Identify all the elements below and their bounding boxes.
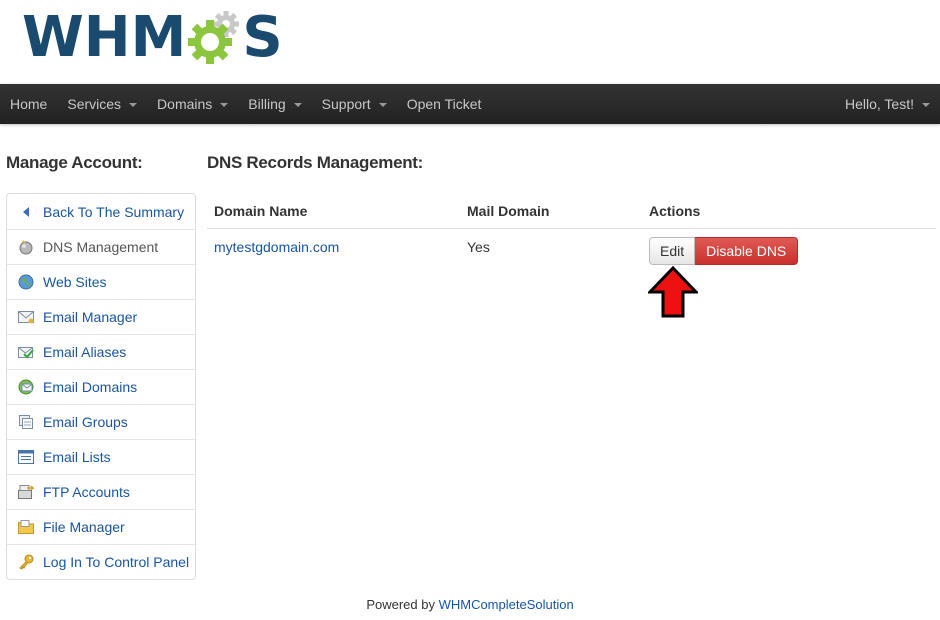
sidebar-item-email-aliases[interactable]: Email Aliases <box>7 334 195 369</box>
sidebar-item-file-manager[interactable]: File Manager <box>7 509 195 544</box>
sidebar-item-label: Web Sites <box>43 274 107 290</box>
footer-prefix: Powered by <box>366 597 439 612</box>
nav-open-ticket[interactable]: Open Ticket <box>397 84 492 124</box>
sidebar-item-label: Email Groups <box>43 414 128 430</box>
sidebar-item-log-in-control-panel[interactable]: Log In To Control Panel <box>7 544 195 579</box>
column-header-mail-domain: Mail Domain <box>467 202 550 219</box>
folder-icon <box>17 519 35 535</box>
nav-domains-label: Domains <box>157 96 213 112</box>
dns-icon <box>17 239 35 255</box>
header: WHM S <box>0 0 940 84</box>
column-header-actions: Actions <box>649 202 701 219</box>
sidebar-item-label: FTP Accounts <box>43 484 130 500</box>
email-domain-icon <box>17 379 35 395</box>
logo-text-left: WHM <box>22 5 187 70</box>
footer: Powered by WHMCompleteSolution <box>0 597 940 612</box>
sidebar-item-label: Log In To Control Panel <box>43 554 190 570</box>
sidebar-item-label: Back To The Summary <box>43 203 185 220</box>
sidebar-item-email-groups[interactable]: Email Groups <box>7 404 195 439</box>
sidebar-item-email-domains[interactable]: Email Domains <box>7 369 195 404</box>
nav-home-label: Home <box>10 96 48 112</box>
nav-home[interactable]: Home <box>0 84 57 124</box>
mail-domain-value: Yes <box>467 239 490 255</box>
key-icon <box>17 554 35 570</box>
sidebar-item-label: Email Domains <box>43 379 138 395</box>
nav-support[interactable]: Support <box>312 84 397 124</box>
domain-link[interactable]: mytestgdomain.com <box>214 239 339 255</box>
nav-user-menu[interactable]: Hello, Test! <box>835 84 940 124</box>
sidebar-item-back-to-summary[interactable]: Back To The Summary <box>7 194 195 229</box>
sidebar-item-dns-management[interactable]: DNS Management <box>7 229 195 264</box>
nav-services[interactable]: Services <box>57 84 147 124</box>
sidebar-item-web-sites[interactable]: Web Sites <box>7 264 195 299</box>
caret-down-icon <box>220 102 229 107</box>
sidebar-menu: Back To The Summary DNS Management Web S… <box>6 193 196 580</box>
back-arrow-icon <box>17 204 35 220</box>
table-row: mytestgdomain.com Yes Edit Disable DNS <box>207 229 936 273</box>
dns-records-table: Domain Name Mail Domain Actions mytestgd… <box>207 193 936 273</box>
table-header: Domain Name Mail Domain Actions <box>207 193 936 229</box>
red-up-arrow-icon <box>648 266 698 318</box>
nav-open-ticket-label: Open Ticket <box>406 96 482 112</box>
column-header-domain-name: Domain Name <box>214 202 308 219</box>
footer-link[interactable]: WHMCompleteSolution <box>439 597 574 612</box>
email-alias-icon <box>17 344 35 360</box>
caret-down-icon <box>378 102 387 107</box>
sidebar-item-label: Email Lists <box>43 449 111 465</box>
nav-services-label: Services <box>67 96 122 112</box>
sidebar-item-email-lists[interactable]: Email Lists <box>7 439 195 474</box>
email-groups-icon <box>17 414 35 430</box>
nav-billing-label: Billing <box>248 96 286 112</box>
edit-button[interactable]: Edit <box>649 237 696 265</box>
ftp-icon <box>17 484 35 500</box>
nav-domains[interactable]: Domains <box>147 84 238 124</box>
caret-down-icon <box>922 102 930 107</box>
gear-logo-icon <box>188 11 240 64</box>
sidebar-item-label: Email Manager <box>43 309 138 325</box>
sidebar-item-label: File Manager <box>43 519 125 535</box>
sidebar-item-email-manager[interactable]: Email Manager <box>7 299 195 334</box>
list-icon <box>17 449 35 465</box>
nav-support-label: Support <box>321 96 371 112</box>
logo-text-right: S <box>242 5 283 70</box>
whmcs-logo[interactable]: WHM S <box>22 8 283 68</box>
disable-dns-button[interactable]: Disable DNS <box>695 237 799 265</box>
sidebar-title: Manage Account: <box>6 153 143 172</box>
caret-down-icon <box>129 102 138 107</box>
caret-down-icon <box>293 102 302 107</box>
actions-button-group: Edit Disable DNS <box>649 237 799 265</box>
envelope-icon <box>17 309 35 325</box>
top-navbar: Home Services Domains Billing Support Op… <box>0 84 940 124</box>
sidebar-item-label: Email Aliases <box>43 344 127 360</box>
sidebar-item-ftp-accounts[interactable]: FTP Accounts <box>7 474 195 509</box>
nav-user-label: Hello, Test! <box>845 96 914 112</box>
nav-billing[interactable]: Billing <box>238 84 311 124</box>
page-title: DNS Records Management: <box>207 153 424 172</box>
globe-icon <box>17 274 35 290</box>
sidebar-item-label: DNS Management <box>43 239 159 255</box>
